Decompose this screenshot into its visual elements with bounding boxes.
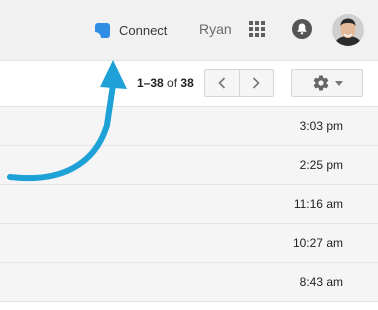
chevron-right-icon <box>253 77 260 89</box>
toolbar: 1–38 of 38 <box>0 61 378 107</box>
pagination-total: 38 <box>180 76 194 90</box>
pagination-label: 1–38 of 38 <box>137 76 194 90</box>
connect-button[interactable]: Connect <box>95 20 167 40</box>
pagination-nav <box>204 69 274 97</box>
apps-grid-icon[interactable] <box>249 21 265 37</box>
message-time: 2:25 pm <box>299 158 343 172</box>
pagination-of: of <box>167 76 178 90</box>
message-row[interactable]: 10:27 am <box>0 224 378 263</box>
user-name[interactable]: Ryan <box>199 21 232 37</box>
avatar[interactable] <box>332 14 364 46</box>
message-row[interactable]: 11:16 am <box>0 185 378 224</box>
connect-label: Connect <box>119 22 168 38</box>
next-page-button[interactable] <box>239 69 274 97</box>
message-row[interactable]: 3:03 pm <box>0 107 378 146</box>
connect-logo-icon <box>95 22 110 38</box>
message-time: 8:43 am <box>299 275 343 289</box>
message-row[interactable]: 8:43 am <box>0 263 378 302</box>
avatar-photo <box>332 14 364 46</box>
settings-button[interactable] <box>291 69 363 97</box>
notifications-bell-icon[interactable] <box>292 19 312 39</box>
top-bar: Connect Ryan <box>0 0 378 61</box>
gear-icon <box>313 75 328 91</box>
message-row[interactable]: 2:25 pm <box>0 146 378 185</box>
message-list: 3:03 pm 2:25 pm 11:16 am 10:27 am 8:43 a… <box>0 107 378 302</box>
chevron-left-icon <box>218 77 225 89</box>
message-time: 3:03 pm <box>299 119 343 133</box>
message-time: 10:27 am <box>292 236 343 250</box>
chevron-down-icon <box>334 80 343 86</box>
message-time: 11:16 am <box>293 197 343 211</box>
previous-page-button[interactable] <box>204 69 240 97</box>
pagination-range: 1–38 <box>137 76 164 90</box>
